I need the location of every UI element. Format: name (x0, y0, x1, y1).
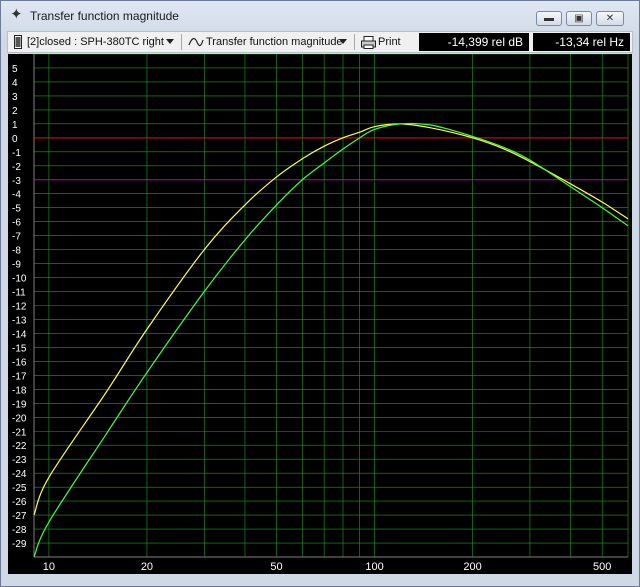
x-tick-label: 500 (593, 561, 611, 573)
y-tick-label: -1 (12, 148, 21, 159)
y-tick-label: -27 (12, 511, 27, 522)
y-tick-label: 0 (12, 134, 18, 145)
curve-dropdown-icon[interactable] (166, 39, 174, 44)
y-tick-label: -26 (12, 497, 27, 508)
y-tick-label: -24 (12, 469, 27, 480)
toolbar: [2]closed : SPH-380TC right Transfer fun… (7, 31, 633, 53)
print-button[interactable]: Print (378, 33, 401, 51)
separator (354, 34, 355, 50)
y-tick-label: -20 (12, 413, 27, 424)
y-tick-label: -5 (12, 204, 21, 215)
y-tick-label: -17 (12, 371, 27, 382)
y-tick-label: 4 (12, 78, 18, 89)
y-tick-label: -11 (12, 288, 26, 299)
y-tick-label: -2 (12, 162, 21, 173)
series-line (33, 122, 629, 558)
chart-svg: 543210-1-2-3-4-5-6-7-8-9-10-11-12-13-14-… (12, 54, 629, 573)
x-tick-label: 20 (141, 561, 153, 573)
y-tick-label: -23 (12, 455, 27, 466)
y-tick-label: -14 (12, 329, 27, 340)
curve-select[interactable]: [2]closed : SPH-380TC right (27, 33, 164, 51)
y-tick-label: -15 (12, 343, 27, 354)
y-tick-label: -10 (12, 274, 27, 285)
y-tick-label: 1 (12, 120, 18, 131)
y-tick-label: -19 (12, 399, 27, 410)
y-tick-label: -29 (12, 539, 27, 550)
y-tick-label: -18 (12, 385, 27, 396)
y-tick-label: -16 (12, 357, 27, 368)
y-tick-label: 3 (12, 92, 18, 103)
curve-icon (14, 33, 22, 51)
app-window: ✦ Transfer function magnitude ▬ ▣ ✕ [2]c… (0, 0, 640, 587)
frequency-readout: -13,34 rel Hz (533, 33, 630, 51)
view-select[interactable]: Transfer function magnitude (206, 33, 343, 51)
y-tick-label: -7 (12, 232, 21, 243)
y-tick-label: -25 (12, 483, 27, 494)
y-tick-label: -12 (12, 302, 27, 313)
y-tick-label: -21 (12, 427, 27, 438)
x-tick-label: 50 (270, 561, 282, 573)
y-tick-label: -4 (12, 190, 21, 201)
print-icon[interactable] (361, 33, 376, 51)
minimize-button[interactable]: ▬ (536, 11, 562, 26)
y-tick-label: -3 (12, 176, 21, 187)
level-readout: -14,399 rel dB (419, 33, 529, 51)
close-button[interactable]: ✕ (596, 11, 624, 26)
y-tick-label: -6 (12, 218, 21, 229)
y-tick-label: -8 (12, 246, 21, 257)
y-tick-label: 2 (12, 106, 18, 117)
magnitude-chart[interactable]: 5 4 3 2 1 0 -1 -2 -3 -4 -5 -6 -7 -8 -9 -10 -11 -12 -13 -14-… (8, 54, 632, 574)
app-icon: ✦ (10, 6, 23, 23)
y-tick-label: -9 (12, 260, 21, 271)
y-tick-label: -22 (12, 441, 27, 452)
y-tick-label: 5 (12, 64, 18, 75)
x-tick-label: 10 (43, 561, 55, 573)
magnitude-icon (188, 33, 204, 51)
view-dropdown-icon[interactable] (339, 39, 347, 44)
x-tick-label: 100 (365, 561, 383, 573)
maximize-button[interactable]: ▣ (566, 11, 592, 26)
window-title: Transfer function magnitude (30, 9, 179, 23)
y-tick-label: -13 (12, 315, 27, 326)
x-tick-label: 200 (463, 561, 481, 573)
title-bar[interactable]: ✦ Transfer function magnitude ▬ ▣ ✕ (1, 1, 639, 31)
separator (181, 34, 182, 50)
y-tick-label: -28 (12, 525, 27, 536)
